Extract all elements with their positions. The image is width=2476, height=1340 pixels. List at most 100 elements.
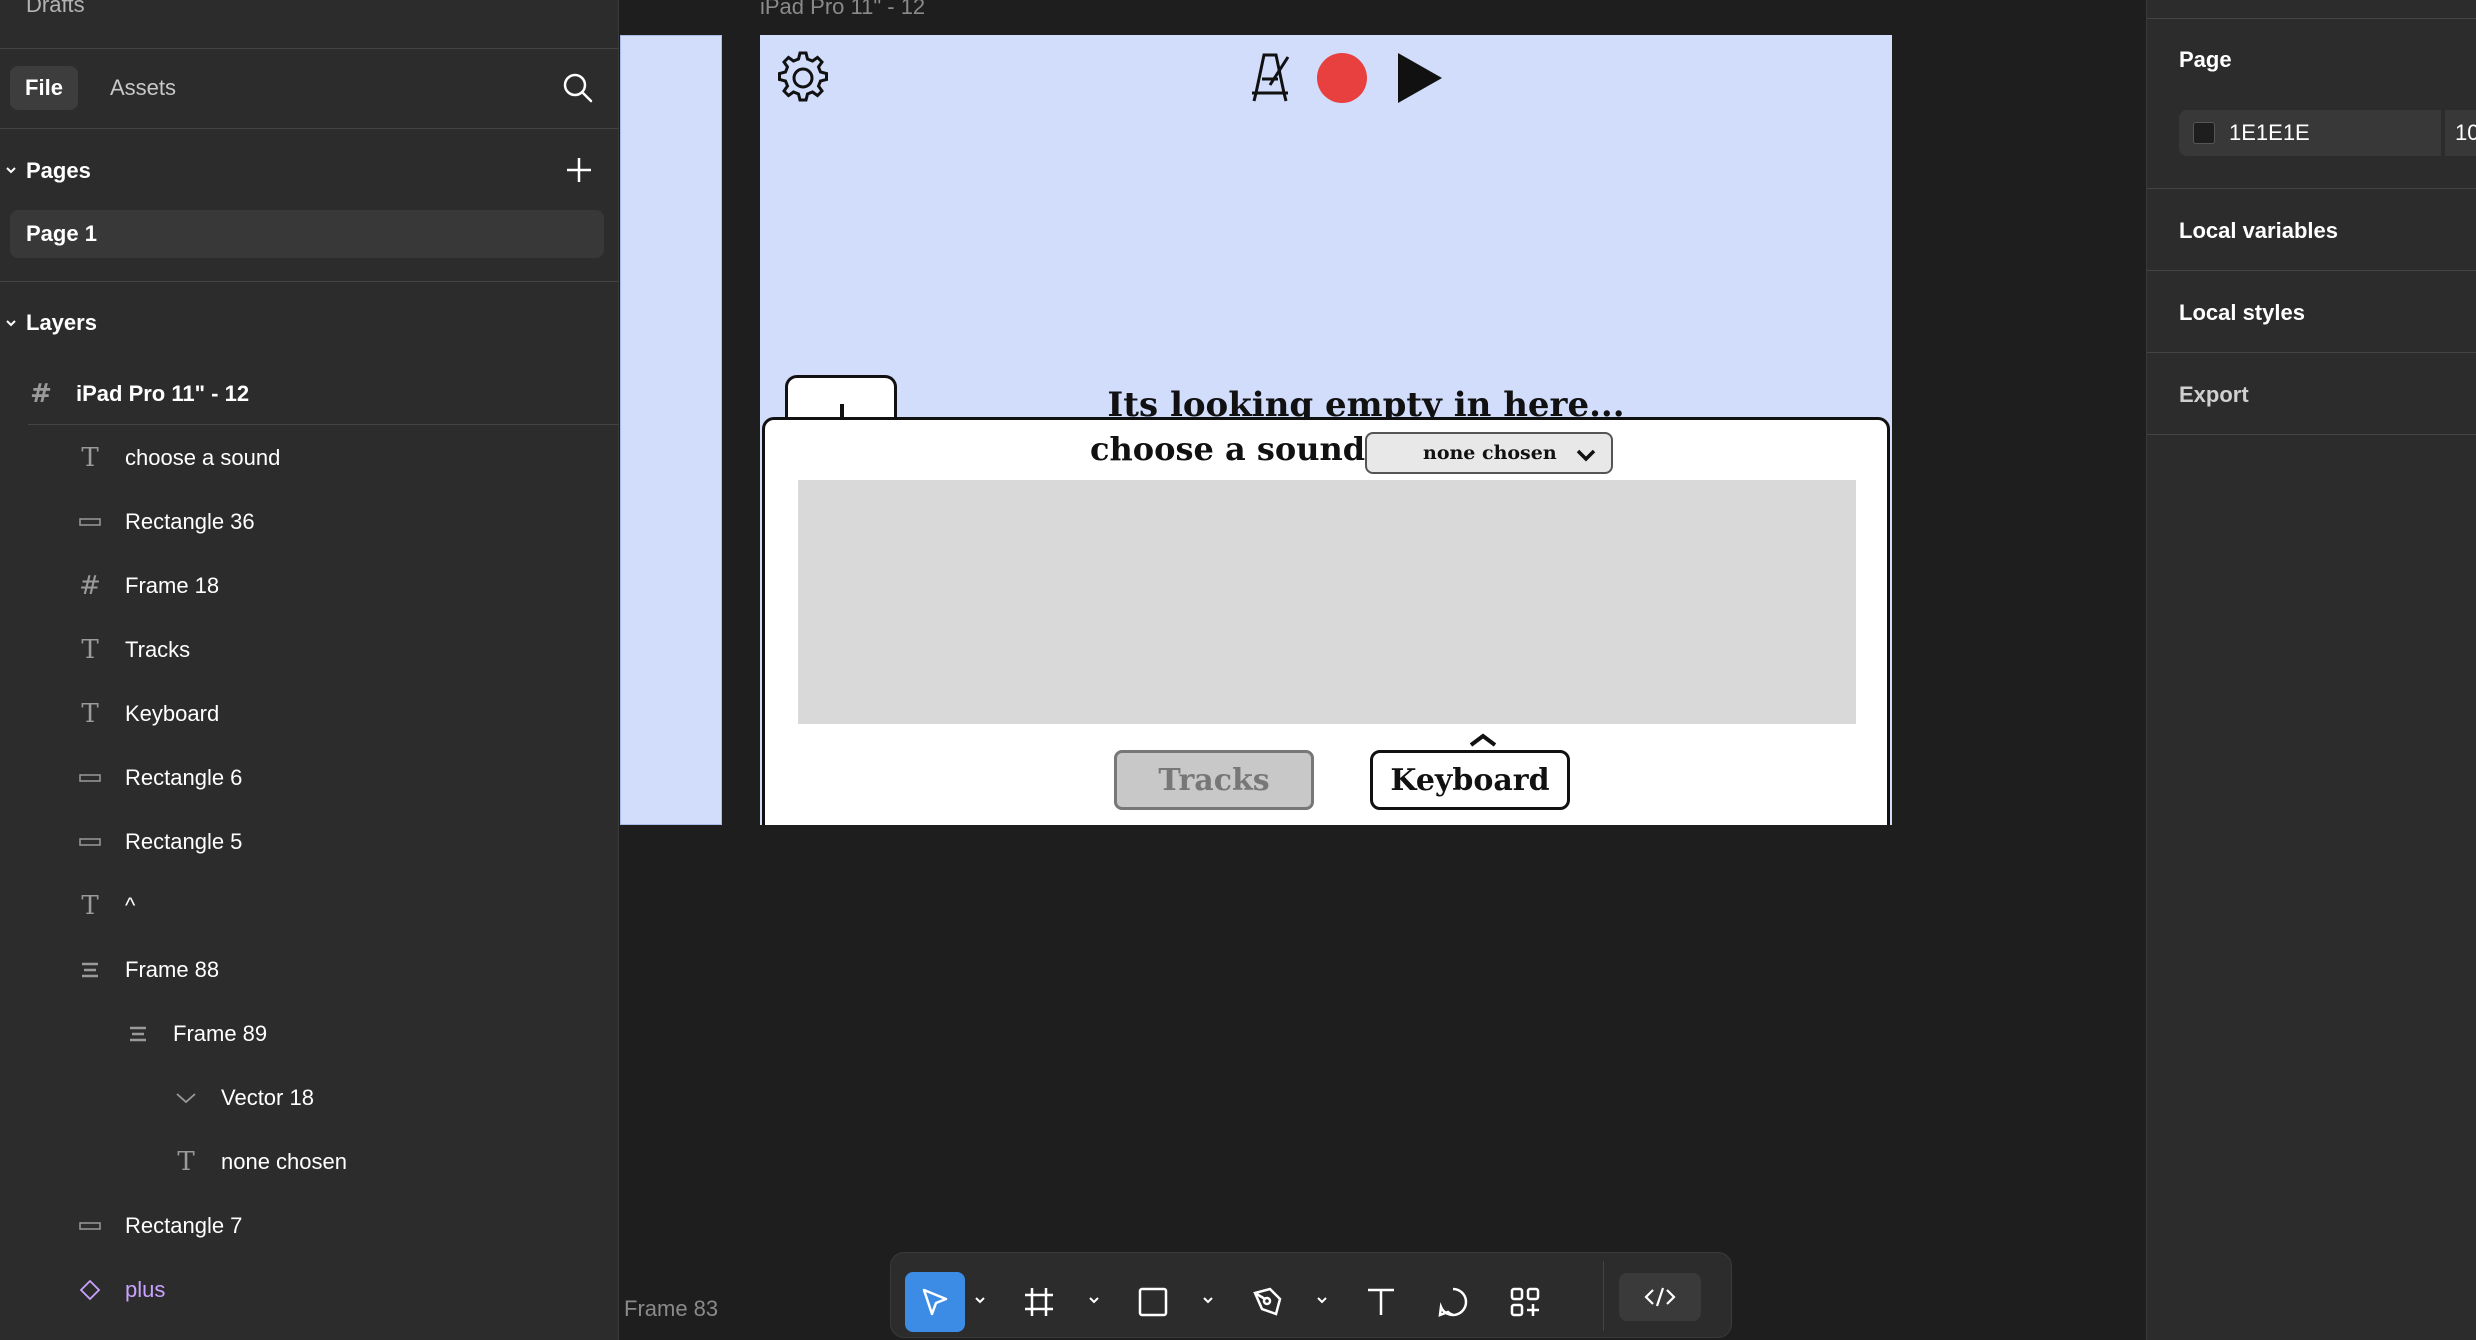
comment-tool-button[interactable] [1423,1272,1483,1332]
side-frame[interactable] [620,35,722,825]
tab-assets[interactable]: Assets [110,66,176,110]
layer-row[interactable]: Vector 18 [173,1078,314,1118]
chevron-down-icon[interactable] [4,163,18,177]
text-icon: T [81,699,99,729]
page-item[interactable]: Page 1 [10,210,604,258]
page-color-field[interactable]: 1E1E1E [2179,110,2441,156]
chevron-down-icon[interactable] [973,1293,987,1307]
text-icon: T [81,891,99,921]
dev-mode-toggle[interactable] [1619,1273,1701,1321]
divider [0,128,619,129]
layer-label: ^ [125,893,136,918]
divider [0,48,619,49]
frame-label[interactable]: iPad Pro 11" - 12 [760,0,925,20]
page-opacity-field[interactable]: 10 [2445,110,2476,156]
tab-file[interactable]: File [10,66,78,110]
divider [28,424,619,425]
rectangle-icon [77,829,103,855]
color-swatch[interactable] [2193,122,2215,144]
sheet-title: choose a sound [1090,430,1366,468]
layer-row[interactable]: Rectangle 7 [77,1206,242,1246]
frame-icon [1025,1288,1053,1316]
pen-tool-button[interactable] [1237,1272,1297,1332]
local-variables-button[interactable]: Local variables [2179,218,2338,244]
layer-label: Frame 18 [125,573,220,598]
keyboard-button[interactable]: Keyboard [1370,750,1570,810]
layer-label: Tracks [125,637,191,662]
metronome-icon[interactable] [1244,49,1300,105]
layer-row[interactable]: T Keyboard [77,694,219,734]
layer-row[interactable]: T none chosen [173,1142,347,1182]
chevron-down-icon[interactable] [1087,1293,1101,1307]
layer-row[interactable]: Rectangle 36 [77,502,255,542]
page-section-title: Page [2179,47,2232,72]
frame-tool-button[interactable] [1009,1272,1069,1332]
layer-row[interactable]: Rectangle 6 [77,758,242,798]
divider [2147,434,2476,435]
layer-row[interactable]: # iPad Pro 11" - 12 [28,374,249,414]
ipad-frame[interactable]: Its looking empty in here... choose a so… [760,35,1892,825]
layers-title[interactable]: Layers [26,310,97,336]
layer-row[interactable]: T choose a sound [77,438,280,478]
layer-row[interactable]: Frame 88 [77,950,219,990]
frame-icon: # [79,571,101,601]
bottom-toolbar [890,1252,1732,1338]
vector-icon [173,1085,199,1111]
pen-icon [1253,1287,1282,1316]
caret-up-icon[interactable] [1468,732,1498,748]
page-opacity-value: 10 [2455,120,2476,145]
export-button[interactable]: Export [2179,382,2249,408]
text-icon: T [81,443,99,473]
design-canvas[interactable]: iPad Pro 11" - 12 Its looking empty in h… [620,0,2144,1340]
play-icon[interactable] [1398,53,1442,103]
layer-label: none chosen [221,1149,347,1174]
tracks-button[interactable]: Tracks [1114,750,1314,810]
record-button[interactable] [1317,53,1367,103]
chevron-down-icon[interactable] [1315,1293,1329,1307]
divider [2147,18,2476,19]
text-tool-button[interactable] [1351,1272,1411,1332]
move-icon [922,1288,948,1316]
component-icon [77,1277,103,1303]
gear-icon[interactable] [772,47,834,109]
autolayout-icon [125,1021,151,1047]
layer-label: Frame 89 [173,1021,268,1046]
rectangle-icon [77,1213,103,1239]
text-icon: T [177,1147,195,1177]
layer-row[interactable]: T ^ [77,886,135,926]
sound-sheet[interactable]: choose a sound none chosen Tracks Keyboa… [762,417,1890,825]
layer-label: Rectangle 7 [125,1213,243,1238]
text-icon: T [81,635,99,665]
sound-panel[interactable] [798,480,1856,724]
search-icon[interactable] [562,72,594,104]
left-panel: Drafts File Assets Pages Page 1 Layers #… [0,0,619,1340]
layer-row[interactable]: T Tracks [77,630,190,670]
layer-row[interactable]: plus [77,1270,165,1310]
actions-icon [1510,1287,1540,1317]
add-page-icon[interactable] [564,155,594,185]
dev-mode-icon [1644,1287,1676,1307]
pages-title[interactable]: Pages [26,158,91,184]
divider [2147,352,2476,353]
actions-tool-button[interactable] [1495,1272,1555,1332]
rectangle-icon [1138,1287,1168,1317]
divider [0,281,619,282]
comment-icon [1438,1287,1468,1317]
divider [2147,270,2476,271]
layer-label: Keyboard [125,701,220,726]
frame-label[interactable]: Frame 83 [624,1296,718,1322]
move-tool-button[interactable] [905,1272,965,1332]
layer-row[interactable]: Frame 89 [125,1014,267,1054]
layer-row[interactable]: Rectangle 5 [77,822,242,862]
divider [1603,1261,1604,1331]
local-styles-button[interactable]: Local styles [2179,300,2305,326]
layer-row[interactable]: # Frame 18 [77,566,219,606]
layer-label: iPad Pro 11" - 12 [76,381,250,406]
chevron-down-icon[interactable] [1201,1293,1215,1307]
sound-dropdown[interactable]: none chosen [1365,432,1613,474]
chevron-down-icon[interactable] [4,316,18,330]
drafts-label[interactable]: Drafts [26,0,85,18]
shape-tool-button[interactable] [1123,1272,1183,1332]
divider [2147,188,2476,189]
right-panel: Page 1E1E1E 10 Local variables Local sty… [2146,0,2476,1340]
